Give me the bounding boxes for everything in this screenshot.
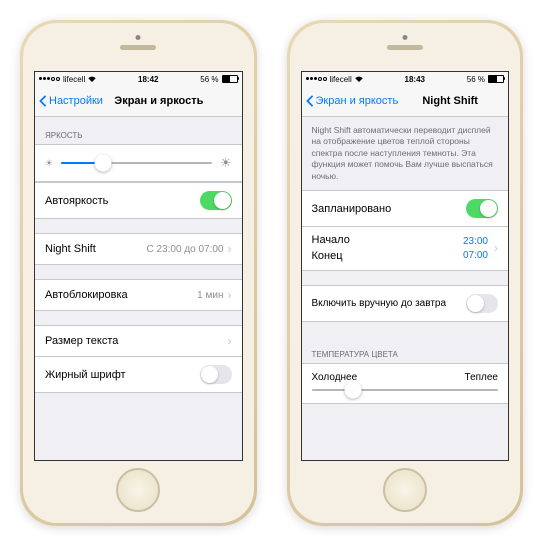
status-bar: lifecell 18:43 56 %	[302, 72, 509, 86]
carrier-label: lifecell	[330, 75, 352, 84]
chevron-left-icon	[306, 95, 314, 107]
autolock-row[interactable]: Автоблокировка 1 мин ›	[35, 279, 242, 311]
sun-small-icon: ☀︎	[45, 158, 53, 169]
brightness-slider[interactable]	[61, 162, 212, 164]
auto-brightness-row: Автояркость	[35, 182, 242, 219]
wifi-icon	[88, 75, 96, 84]
night-shift-detail: С 23:00 до 07:00	[146, 244, 223, 255]
home-button[interactable]	[383, 468, 427, 512]
home-button[interactable]	[116, 468, 160, 512]
wifi-icon	[355, 75, 363, 84]
nav-bar: Настройки Экран и яркость	[35, 86, 242, 117]
page-title: Экран и яркость	[114, 95, 203, 107]
signal-dots-icon	[306, 77, 327, 81]
text-size-row[interactable]: Размер текста ›	[35, 325, 242, 357]
temp-labels: Холоднее Теплее	[302, 363, 509, 385]
color-temp-slider[interactable]	[312, 389, 499, 391]
auto-brightness-toggle[interactable]	[200, 191, 232, 210]
scheduled-row: Запланировано	[302, 190, 509, 227]
sun-large-icon: ☀︎	[220, 155, 232, 171]
screen-left: lifecell 18:42 56 % Настройки Экран и яр…	[34, 71, 243, 461]
screen-right: lifecell 18:43 56 % Экран и яркость Nigh…	[301, 71, 510, 461]
manual-enable-row: Включить вручную до завтра	[302, 285, 509, 322]
page-title: Night Shift	[422, 95, 478, 107]
chevron-right-icon: ›	[494, 240, 498, 257]
bold-text-label: Жирный шрифт	[45, 369, 126, 381]
content: Night Shift автоматически переводит дисп…	[302, 117, 509, 461]
clock: 18:42	[138, 75, 158, 84]
to-label: Конец	[312, 249, 350, 264]
back-button[interactable]: Настройки	[35, 95, 103, 107]
status-bar: lifecell 18:42 56 %	[35, 72, 242, 86]
night-shift-description: Night Shift автоматически переводит дисп…	[302, 117, 509, 190]
speaker	[120, 45, 156, 50]
chevron-left-icon	[39, 95, 47, 107]
from-time: 23:00	[463, 235, 488, 249]
scheduled-toggle[interactable]	[466, 199, 498, 218]
auto-brightness-label: Автояркость	[45, 195, 108, 207]
brightness-header: ЯРКОСТЬ	[35, 117, 242, 144]
bold-text-toggle[interactable]	[200, 365, 232, 384]
phone-body: lifecell 18:43 56 % Экран и яркость Nigh…	[290, 23, 521, 523]
bold-text-row: Жирный шрифт	[35, 357, 242, 393]
brightness-slider-row: ☀︎ ☀︎	[35, 144, 242, 182]
to-time: 07:00	[463, 249, 488, 263]
schedule-times-row[interactable]: Начало Конец 23:00 07:00 ›	[302, 227, 509, 271]
chevron-right-icon: ›	[228, 288, 232, 302]
phone-body: lifecell 18:42 56 % Настройки Экран и яр…	[23, 23, 254, 523]
clock: 18:43	[405, 75, 425, 84]
battery-icon	[488, 75, 504, 83]
nav-bar: Экран и яркость Night Shift	[302, 86, 509, 117]
warmer-label: Теплее	[465, 372, 498, 383]
autolock-detail: 1 мин	[197, 290, 223, 301]
camera-dot	[402, 35, 407, 40]
battery-icon	[222, 75, 238, 83]
battery-pct: 56 %	[467, 75, 485, 84]
camera-dot	[136, 35, 141, 40]
back-label: Экран и яркость	[316, 95, 399, 107]
night-shift-row[interactable]: Night Shift С 23:00 до 07:00 ›	[35, 233, 242, 265]
text-size-label: Размер текста	[45, 335, 118, 347]
chevron-right-icon: ›	[228, 334, 232, 348]
manual-enable-toggle[interactable]	[466, 294, 498, 313]
color-temp-header: ТЕМПЕРАТУРА ЦВЕТА	[302, 336, 509, 363]
battery-pct: 56 %	[200, 75, 218, 84]
chevron-right-icon: ›	[228, 242, 232, 256]
autolock-label: Автоблокировка	[45, 289, 128, 301]
content: ЯРКОСТЬ ☀︎ ☀︎ Автояркость	[35, 117, 242, 461]
night-shift-label: Night Shift	[45, 243, 96, 255]
speaker	[387, 45, 423, 50]
scheduled-label: Запланировано	[312, 203, 392, 215]
back-button[interactable]: Экран и яркость	[302, 95, 399, 107]
back-label: Настройки	[49, 95, 103, 107]
from-label: Начало	[312, 233, 350, 248]
phone-left: lifecell 18:42 56 % Настройки Экран и яр…	[20, 20, 257, 526]
phone-right: lifecell 18:43 56 % Экран и яркость Nigh…	[287, 20, 524, 526]
carrier-label: lifecell	[63, 75, 85, 84]
manual-enable-label: Включить вручную до завтра	[312, 298, 447, 309]
signal-dots-icon	[39, 77, 60, 81]
